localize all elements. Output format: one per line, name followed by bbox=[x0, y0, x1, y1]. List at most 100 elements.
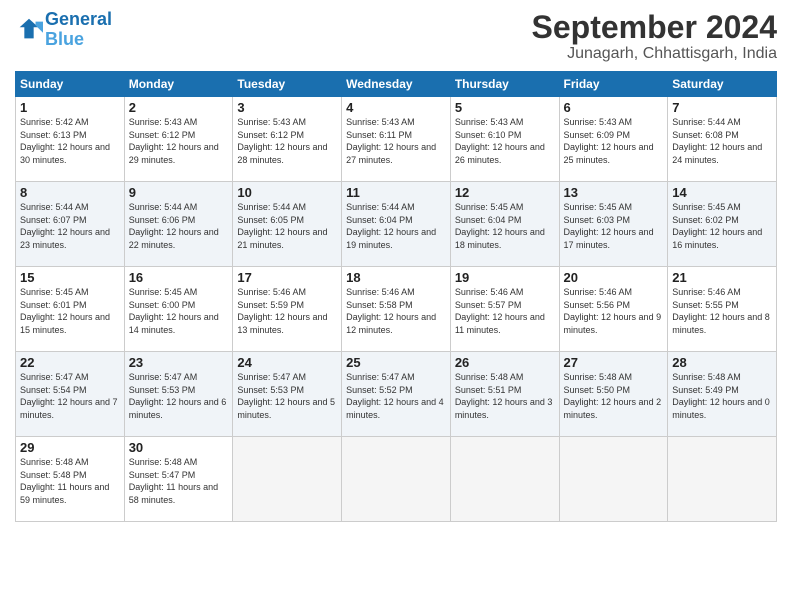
table-row: 2Sunrise: 5:43 AMSunset: 6:12 PMDaylight… bbox=[124, 97, 233, 182]
calendar-week-row: 8Sunrise: 5:44 AMSunset: 6:07 PMDaylight… bbox=[16, 182, 777, 267]
table-row: 23Sunrise: 5:47 AMSunset: 5:53 PMDayligh… bbox=[124, 352, 233, 437]
calendar-week-row: 29Sunrise: 5:48 AMSunset: 5:48 PMDayligh… bbox=[16, 437, 777, 522]
day-info: Sunrise: 5:42 AMSunset: 6:13 PMDaylight:… bbox=[20, 116, 120, 166]
table-row: 9Sunrise: 5:44 AMSunset: 6:06 PMDaylight… bbox=[124, 182, 233, 267]
table-row: 29Sunrise: 5:48 AMSunset: 5:48 PMDayligh… bbox=[16, 437, 125, 522]
day-info: Sunrise: 5:43 AMSunset: 6:09 PMDaylight:… bbox=[564, 116, 664, 166]
table-row: 7Sunrise: 5:44 AMSunset: 6:08 PMDaylight… bbox=[668, 97, 777, 182]
day-number: 18 bbox=[346, 270, 446, 285]
day-number: 13 bbox=[564, 185, 664, 200]
table-row: 28Sunrise: 5:48 AMSunset: 5:49 PMDayligh… bbox=[668, 352, 777, 437]
day-number: 26 bbox=[455, 355, 555, 370]
day-number: 28 bbox=[672, 355, 772, 370]
calendar-week-row: 1Sunrise: 5:42 AMSunset: 6:13 PMDaylight… bbox=[16, 97, 777, 182]
day-number: 14 bbox=[672, 185, 772, 200]
day-number: 27 bbox=[564, 355, 664, 370]
table-row: 21Sunrise: 5:46 AMSunset: 5:55 PMDayligh… bbox=[668, 267, 777, 352]
day-number: 21 bbox=[672, 270, 772, 285]
header-monday: Monday bbox=[124, 72, 233, 97]
table-row bbox=[233, 437, 342, 522]
table-row: 3Sunrise: 5:43 AMSunset: 6:12 PMDaylight… bbox=[233, 97, 342, 182]
calendar-header-row: Sunday Monday Tuesday Wednesday Thursday… bbox=[16, 72, 777, 97]
calendar-week-row: 22Sunrise: 5:47 AMSunset: 5:54 PMDayligh… bbox=[16, 352, 777, 437]
day-number: 16 bbox=[129, 270, 229, 285]
day-number: 4 bbox=[346, 100, 446, 115]
day-number: 19 bbox=[455, 270, 555, 285]
day-number: 10 bbox=[237, 185, 337, 200]
day-info: Sunrise: 5:45 AMSunset: 6:02 PMDaylight:… bbox=[672, 201, 772, 251]
day-number: 6 bbox=[564, 100, 664, 115]
day-info: Sunrise: 5:43 AMSunset: 6:12 PMDaylight:… bbox=[237, 116, 337, 166]
day-number: 29 bbox=[20, 440, 120, 455]
day-info: Sunrise: 5:43 AMSunset: 6:10 PMDaylight:… bbox=[455, 116, 555, 166]
table-row: 26Sunrise: 5:48 AMSunset: 5:51 PMDayligh… bbox=[450, 352, 559, 437]
table-row: 15Sunrise: 5:45 AMSunset: 6:01 PMDayligh… bbox=[16, 267, 125, 352]
header-tuesday: Tuesday bbox=[233, 72, 342, 97]
table-row: 16Sunrise: 5:45 AMSunset: 6:00 PMDayligh… bbox=[124, 267, 233, 352]
day-info: Sunrise: 5:48 AMSunset: 5:49 PMDaylight:… bbox=[672, 371, 772, 421]
day-number: 24 bbox=[237, 355, 337, 370]
day-info: Sunrise: 5:44 AMSunset: 6:08 PMDaylight:… bbox=[672, 116, 772, 166]
table-row: 19Sunrise: 5:46 AMSunset: 5:57 PMDayligh… bbox=[450, 267, 559, 352]
table-row: 10Sunrise: 5:44 AMSunset: 6:05 PMDayligh… bbox=[233, 182, 342, 267]
day-info: Sunrise: 5:46 AMSunset: 5:58 PMDaylight:… bbox=[346, 286, 446, 336]
table-row: 30Sunrise: 5:48 AMSunset: 5:47 PMDayligh… bbox=[124, 437, 233, 522]
day-info: Sunrise: 5:44 AMSunset: 6:05 PMDaylight:… bbox=[237, 201, 337, 251]
day-info: Sunrise: 5:47 AMSunset: 5:54 PMDaylight:… bbox=[20, 371, 120, 421]
table-row bbox=[450, 437, 559, 522]
day-info: Sunrise: 5:43 AMSunset: 6:12 PMDaylight:… bbox=[129, 116, 229, 166]
header-wednesday: Wednesday bbox=[342, 72, 451, 97]
day-info: Sunrise: 5:48 AMSunset: 5:50 PMDaylight:… bbox=[564, 371, 664, 421]
page-subtitle: Junagarh, Chhattisgarh, India bbox=[532, 45, 777, 63]
day-number: 1 bbox=[20, 100, 120, 115]
day-info: Sunrise: 5:45 AMSunset: 6:04 PMDaylight:… bbox=[455, 201, 555, 251]
day-info: Sunrise: 5:48 AMSunset: 5:51 PMDaylight:… bbox=[455, 371, 555, 421]
header-friday: Friday bbox=[559, 72, 668, 97]
day-number: 7 bbox=[672, 100, 772, 115]
table-row: 20Sunrise: 5:46 AMSunset: 5:56 PMDayligh… bbox=[559, 267, 668, 352]
day-info: Sunrise: 5:48 AMSunset: 5:47 PMDaylight:… bbox=[129, 456, 229, 506]
day-number: 20 bbox=[564, 270, 664, 285]
table-row bbox=[668, 437, 777, 522]
table-row: 25Sunrise: 5:47 AMSunset: 5:52 PMDayligh… bbox=[342, 352, 451, 437]
table-row: 13Sunrise: 5:45 AMSunset: 6:03 PMDayligh… bbox=[559, 182, 668, 267]
table-row: 4Sunrise: 5:43 AMSunset: 6:11 PMDaylight… bbox=[342, 97, 451, 182]
day-info: Sunrise: 5:46 AMSunset: 5:56 PMDaylight:… bbox=[564, 286, 664, 336]
day-number: 12 bbox=[455, 185, 555, 200]
day-info: Sunrise: 5:45 AMSunset: 6:03 PMDaylight:… bbox=[564, 201, 664, 251]
day-info: Sunrise: 5:45 AMSunset: 6:00 PMDaylight:… bbox=[129, 286, 229, 336]
table-row: 12Sunrise: 5:45 AMSunset: 6:04 PMDayligh… bbox=[450, 182, 559, 267]
table-row: 11Sunrise: 5:44 AMSunset: 6:04 PMDayligh… bbox=[342, 182, 451, 267]
day-number: 3 bbox=[237, 100, 337, 115]
day-number: 17 bbox=[237, 270, 337, 285]
day-number: 2 bbox=[129, 100, 229, 115]
day-number: 9 bbox=[129, 185, 229, 200]
table-row bbox=[342, 437, 451, 522]
day-info: Sunrise: 5:47 AMSunset: 5:53 PMDaylight:… bbox=[237, 371, 337, 421]
page: General Blue September 2024 Junagarh, Ch… bbox=[0, 0, 792, 612]
day-info: Sunrise: 5:48 AMSunset: 5:48 PMDaylight:… bbox=[20, 456, 120, 506]
day-number: 8 bbox=[20, 185, 120, 200]
day-info: Sunrise: 5:44 AMSunset: 6:04 PMDaylight:… bbox=[346, 201, 446, 251]
day-number: 30 bbox=[129, 440, 229, 455]
day-number: 11 bbox=[346, 185, 446, 200]
table-row: 8Sunrise: 5:44 AMSunset: 6:07 PMDaylight… bbox=[16, 182, 125, 267]
day-info: Sunrise: 5:46 AMSunset: 5:55 PMDaylight:… bbox=[672, 286, 772, 336]
day-info: Sunrise: 5:43 AMSunset: 6:11 PMDaylight:… bbox=[346, 116, 446, 166]
table-row: 24Sunrise: 5:47 AMSunset: 5:53 PMDayligh… bbox=[233, 352, 342, 437]
day-info: Sunrise: 5:47 AMSunset: 5:52 PMDaylight:… bbox=[346, 371, 446, 421]
table-row: 17Sunrise: 5:46 AMSunset: 5:59 PMDayligh… bbox=[233, 267, 342, 352]
logo: General Blue bbox=[15, 10, 112, 50]
table-row: 5Sunrise: 5:43 AMSunset: 6:10 PMDaylight… bbox=[450, 97, 559, 182]
table-row: 1Sunrise: 5:42 AMSunset: 6:13 PMDaylight… bbox=[16, 97, 125, 182]
day-number: 23 bbox=[129, 355, 229, 370]
logo-icon bbox=[15, 16, 43, 44]
title-block: September 2024 Junagarh, Chhattisgarh, I… bbox=[532, 10, 777, 63]
calendar-week-row: 15Sunrise: 5:45 AMSunset: 6:01 PMDayligh… bbox=[16, 267, 777, 352]
day-number: 5 bbox=[455, 100, 555, 115]
table-row: 14Sunrise: 5:45 AMSunset: 6:02 PMDayligh… bbox=[668, 182, 777, 267]
page-title: September 2024 bbox=[532, 10, 777, 45]
table-row: 18Sunrise: 5:46 AMSunset: 5:58 PMDayligh… bbox=[342, 267, 451, 352]
day-info: Sunrise: 5:47 AMSunset: 5:53 PMDaylight:… bbox=[129, 371, 229, 421]
day-number: 25 bbox=[346, 355, 446, 370]
